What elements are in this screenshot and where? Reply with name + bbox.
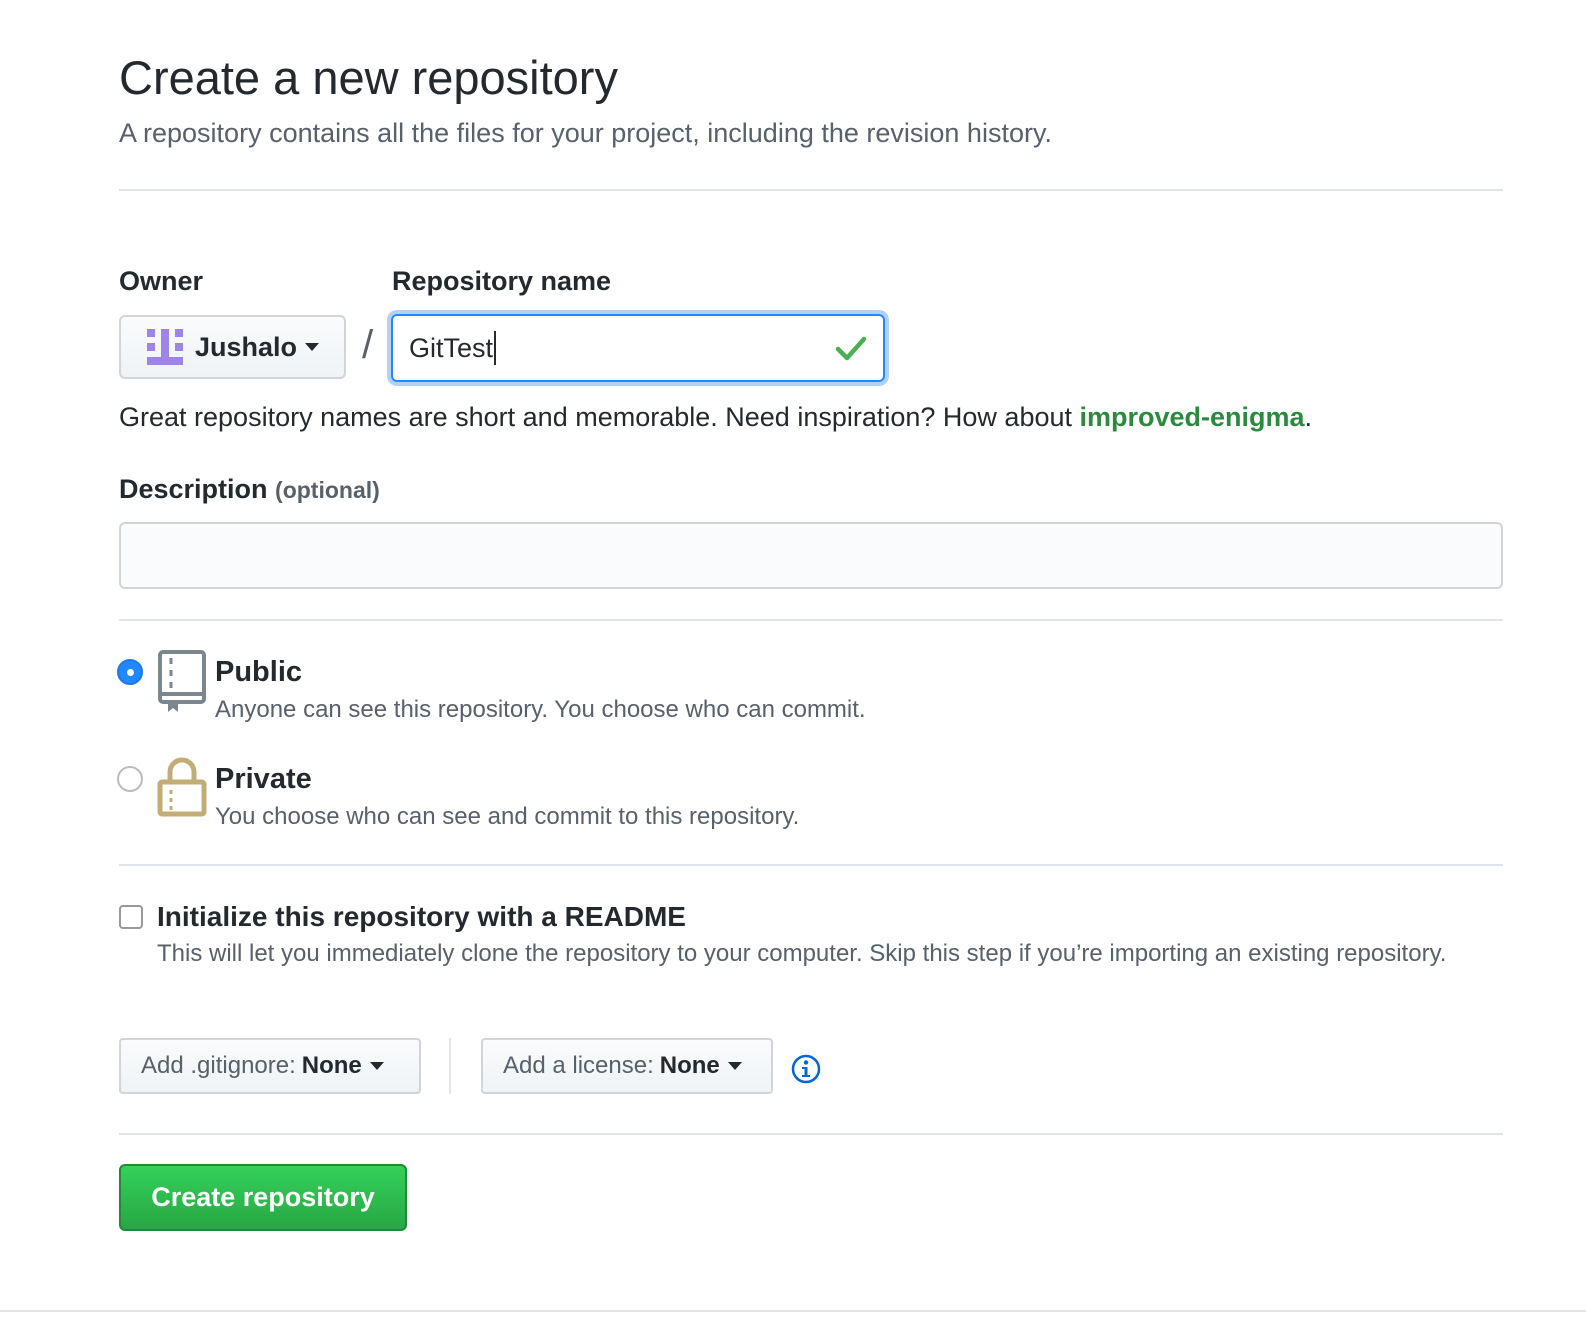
owner-repo-separator: / xyxy=(362,323,374,367)
repo-icon xyxy=(158,650,206,712)
owner-name: Jushalo xyxy=(195,331,298,362)
readme-desc: This will let you immediately clone the … xyxy=(157,940,1447,967)
hint-text: Great repository names are short and mem… xyxy=(119,402,1080,432)
chevron-down-icon xyxy=(305,343,320,351)
private-desc: You choose who can see and commit to thi… xyxy=(215,803,800,830)
gitignore-select[interactable]: Add .gitignore: None xyxy=(119,1038,421,1094)
description-input[interactable] xyxy=(119,522,1503,589)
owner-avatar xyxy=(147,329,183,365)
chevron-down-icon xyxy=(369,1062,384,1070)
public-title: Public xyxy=(215,656,303,688)
chevron-down-icon xyxy=(727,1062,742,1070)
license-select[interactable]: Add a license: None xyxy=(481,1038,773,1094)
owner-select[interactable]: Jushalo xyxy=(119,315,346,379)
description-label: Description (optional) xyxy=(119,474,380,505)
select-separator xyxy=(449,1038,451,1094)
suggestion-link[interactable]: improved-enigma xyxy=(1080,402,1305,432)
hint-suffix: . xyxy=(1304,402,1313,432)
optional-tag: (optional) xyxy=(275,477,380,503)
license-value: None xyxy=(659,1052,720,1079)
info-icon[interactable] xyxy=(791,1054,821,1084)
divider xyxy=(119,1133,1503,1135)
gitignore-value: None xyxy=(301,1052,362,1079)
lock-icon xyxy=(157,757,207,817)
readme-checkbox[interactable] xyxy=(119,905,143,929)
page-title: Create a new repository xyxy=(119,51,618,104)
check-icon xyxy=(835,336,867,361)
readme-title: Initialize this repository with a README xyxy=(157,901,686,932)
divider xyxy=(119,864,1503,866)
create-repository-button[interactable]: Create repository xyxy=(119,1164,407,1231)
divider xyxy=(119,619,1503,621)
repo-name-value: GitTest xyxy=(409,332,494,363)
repo-name-input[interactable]: GitTest xyxy=(391,314,885,382)
text-cursor xyxy=(494,331,497,365)
private-title: Private xyxy=(215,763,312,795)
description-label-text: Description xyxy=(119,474,268,504)
license-label: Add a license: xyxy=(503,1052,654,1079)
gitignore-label: Add .gitignore: xyxy=(141,1052,296,1079)
name-hint: Great repository names are short and mem… xyxy=(119,402,1312,433)
repo-name-label: Repository name xyxy=(392,266,612,296)
public-desc: Anyone can see this repository. You choo… xyxy=(215,696,866,723)
private-radio[interactable] xyxy=(117,766,143,792)
owner-label: Owner xyxy=(119,266,204,296)
public-radio[interactable] xyxy=(117,659,143,685)
page-subtitle: A repository contains all the files for … xyxy=(119,118,1052,148)
page-bottom-border xyxy=(0,1310,1586,1312)
divider xyxy=(119,189,1503,191)
